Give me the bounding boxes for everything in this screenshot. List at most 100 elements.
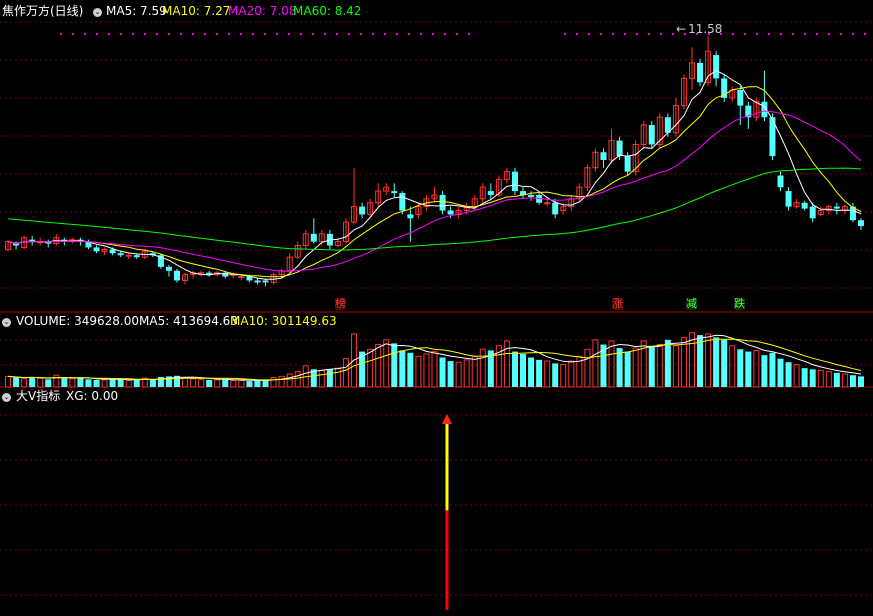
volume-bar	[849, 375, 856, 387]
volume-bar	[825, 371, 832, 388]
signal-dot	[444, 33, 446, 35]
high-price-label: ← 11.58	[676, 22, 723, 36]
volume-bar	[528, 357, 535, 387]
signal-dot	[60, 33, 62, 35]
volume-bar	[318, 369, 325, 388]
volume-bar	[222, 378, 229, 387]
volume-ma5-line	[7, 334, 862, 382]
candle-body	[222, 272, 229, 277]
candle-body	[616, 140, 623, 157]
signal-dot	[96, 33, 98, 35]
candle-body	[785, 191, 792, 207]
volume-bar	[206, 379, 213, 387]
candle-body	[697, 62, 704, 83]
volume-bar	[632, 347, 639, 388]
volume-bar	[552, 363, 559, 387]
candle-body	[624, 156, 631, 172]
signal-dot	[180, 33, 182, 35]
signal-dot	[72, 33, 74, 35]
signal-dot	[468, 33, 470, 35]
marker-bang: 榜	[335, 297, 346, 310]
volume-bar	[664, 339, 671, 387]
signal-dot	[336, 33, 338, 35]
volume-bar	[624, 351, 631, 387]
candle-body	[254, 280, 261, 283]
signal-dot	[432, 33, 434, 35]
signal-dot	[252, 33, 254, 35]
volume-bar	[431, 351, 438, 388]
volume-bar	[785, 362, 792, 387]
volume-bar	[342, 358, 349, 388]
candle-body	[133, 255, 140, 258]
volume-bar	[254, 380, 261, 387]
candle-body	[809, 206, 816, 219]
candle-body	[109, 249, 116, 254]
volume-bar	[93, 379, 100, 387]
signal-dot	[648, 33, 650, 35]
candle-body	[238, 276, 245, 279]
candle-body	[407, 214, 414, 219]
volume-bar	[801, 368, 808, 387]
volume-bar	[616, 348, 623, 387]
volume-bar	[447, 361, 454, 387]
candle-body	[447, 210, 454, 215]
signal-dot	[264, 33, 266, 35]
volume-bar	[77, 377, 84, 387]
volume-bar	[479, 348, 486, 388]
volume-bar	[833, 372, 840, 387]
volume-bar	[608, 340, 615, 388]
signal-dot	[456, 33, 458, 35]
signal-dot	[828, 33, 830, 35]
volume-bar	[592, 339, 599, 388]
signal-dot	[84, 33, 86, 35]
volume-bar	[407, 352, 414, 387]
signal-dot	[840, 33, 842, 35]
signal-dot	[228, 33, 230, 35]
volume-bar	[109, 378, 116, 387]
volume-bar	[423, 353, 430, 388]
signal-dot	[120, 33, 122, 35]
volume-bar	[439, 357, 446, 387]
volume-bar	[101, 379, 108, 388]
signal-dot	[384, 33, 386, 35]
signal-dot	[660, 33, 662, 35]
volume-bar	[117, 379, 124, 387]
volume-bar	[753, 349, 760, 388]
volume-bar	[383, 339, 390, 388]
volume-bar	[777, 358, 784, 387]
signal-dot	[732, 33, 734, 35]
signal-dot	[300, 33, 302, 35]
signal-dot	[204, 33, 206, 35]
signal-dot	[852, 33, 854, 35]
candle-body	[359, 206, 366, 215]
signal-dot	[744, 33, 746, 35]
signal-dot	[372, 33, 374, 35]
signal-dot	[780, 33, 782, 35]
candle-body	[833, 206, 840, 209]
candle-body	[310, 233, 317, 242]
signal-dot	[864, 33, 866, 35]
volume-bar	[45, 379, 52, 387]
volume-bar	[133, 379, 140, 387]
signal-dot	[348, 33, 350, 35]
volume-bar	[367, 348, 374, 388]
signal-dot	[288, 33, 290, 35]
candle-body	[528, 194, 535, 197]
candle-body	[777, 175, 784, 188]
volume-bar	[125, 380, 132, 388]
volume-bar	[246, 381, 253, 387]
candle-body	[857, 220, 864, 227]
marker-jian: 减	[686, 297, 697, 310]
volume-bar	[520, 353, 527, 387]
candle-body	[391, 191, 398, 194]
volume-bar	[536, 359, 543, 387]
volume-bar	[656, 344, 663, 388]
signal-dot	[312, 33, 314, 35]
candle-body	[399, 193, 406, 211]
candle-body	[165, 266, 172, 271]
volume-bar	[399, 350, 406, 387]
volume-bar	[5, 375, 12, 388]
volume-bar	[415, 355, 422, 388]
signal-dot	[420, 33, 422, 35]
signal-dot	[144, 33, 146, 35]
